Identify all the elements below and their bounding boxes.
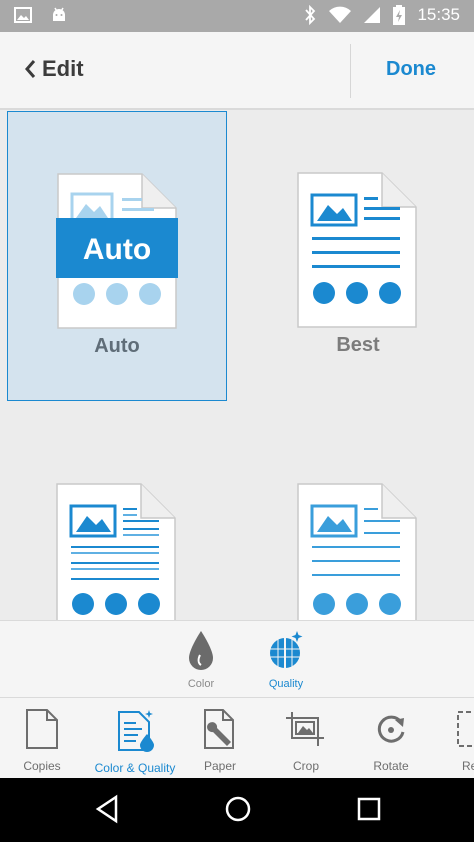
- quality-option-normal[interactable]: [7, 422, 227, 620]
- draft-document-icon: [297, 483, 417, 620]
- normal-document-icon: [56, 483, 176, 620]
- tool-copies-label: Copies: [23, 759, 61, 773]
- status-bar: 15:35: [0, 0, 474, 32]
- tool-paper-label: Paper: [203, 759, 237, 773]
- home-nav-icon[interactable]: [223, 794, 253, 824]
- status-time: 15:35: [417, 5, 460, 24]
- tool-resize-label: Re: [462, 759, 474, 773]
- back-button[interactable]: Edit: [24, 56, 84, 82]
- done-button[interactable]: Done: [386, 58, 436, 81]
- quality-label-auto: Auto: [94, 335, 140, 357]
- tab-quality-label: Quality: [268, 678, 304, 690]
- paper-icon: [204, 709, 234, 749]
- battery-charging-icon: [393, 5, 406, 25]
- rotate-icon: [377, 715, 405, 743]
- quality-icon: [270, 631, 303, 671]
- bluetooth-icon: [305, 5, 316, 25]
- quality-option-auto[interactable]: Auto Auto: [7, 111, 227, 401]
- quality-option-draft[interactable]: [248, 422, 468, 620]
- tool-copies[interactable]: Copies: [0, 708, 87, 773]
- android-notification-icon: [53, 7, 65, 21]
- tool-crop-label: Crop: [292, 759, 319, 773]
- signal-icon: [364, 7, 381, 23]
- tool-resize[interactable]: Re: [432, 708, 474, 773]
- bottom-toolbar: Copies Color & Quality Paper Crop Rotate…: [0, 698, 474, 778]
- tool-color-quality[interactable]: Color & Quality: [90, 708, 180, 775]
- back-label: Edit: [42, 56, 84, 81]
- quality-label-best: Best: [336, 334, 380, 356]
- resize-icon: [457, 711, 474, 747]
- back-nav-icon[interactable]: [94, 794, 120, 824]
- image-notification-icon: [14, 7, 32, 23]
- recents-nav-icon[interactable]: [356, 794, 382, 824]
- copies-icon: [26, 709, 58, 749]
- tool-rotate-label: Rotate: [373, 759, 409, 773]
- tab-quality[interactable]: Quality: [251, 629, 321, 690]
- color-quality-icon: [118, 710, 154, 752]
- auto-document-icon: Auto: [56, 173, 178, 329]
- app-bar-divider: [350, 44, 351, 98]
- app-bar: Edit Done: [0, 32, 474, 110]
- navigation-bar: [0, 778, 474, 842]
- mode-tab-bar: Color Quality: [0, 620, 474, 698]
- tool-rotate[interactable]: Rotate: [346, 708, 436, 773]
- wifi-icon: [329, 6, 352, 23]
- tool-paper[interactable]: Paper: [175, 708, 265, 773]
- tool-crop[interactable]: Crop: [261, 708, 351, 773]
- tab-color-label: Color: [187, 678, 215, 690]
- auto-badge: Auto: [83, 233, 151, 266]
- tab-color[interactable]: Color: [166, 629, 236, 690]
- quality-grid: Auto Auto Best: [0, 110, 474, 620]
- best-document-icon: [297, 172, 417, 328]
- crop-icon: [286, 712, 324, 746]
- droplet-icon: [189, 631, 213, 670]
- chevron-left-icon: [25, 60, 36, 78]
- quality-option-best[interactable]: Best: [248, 111, 468, 401]
- tool-color-quality-label: Color & Quality: [94, 761, 176, 775]
